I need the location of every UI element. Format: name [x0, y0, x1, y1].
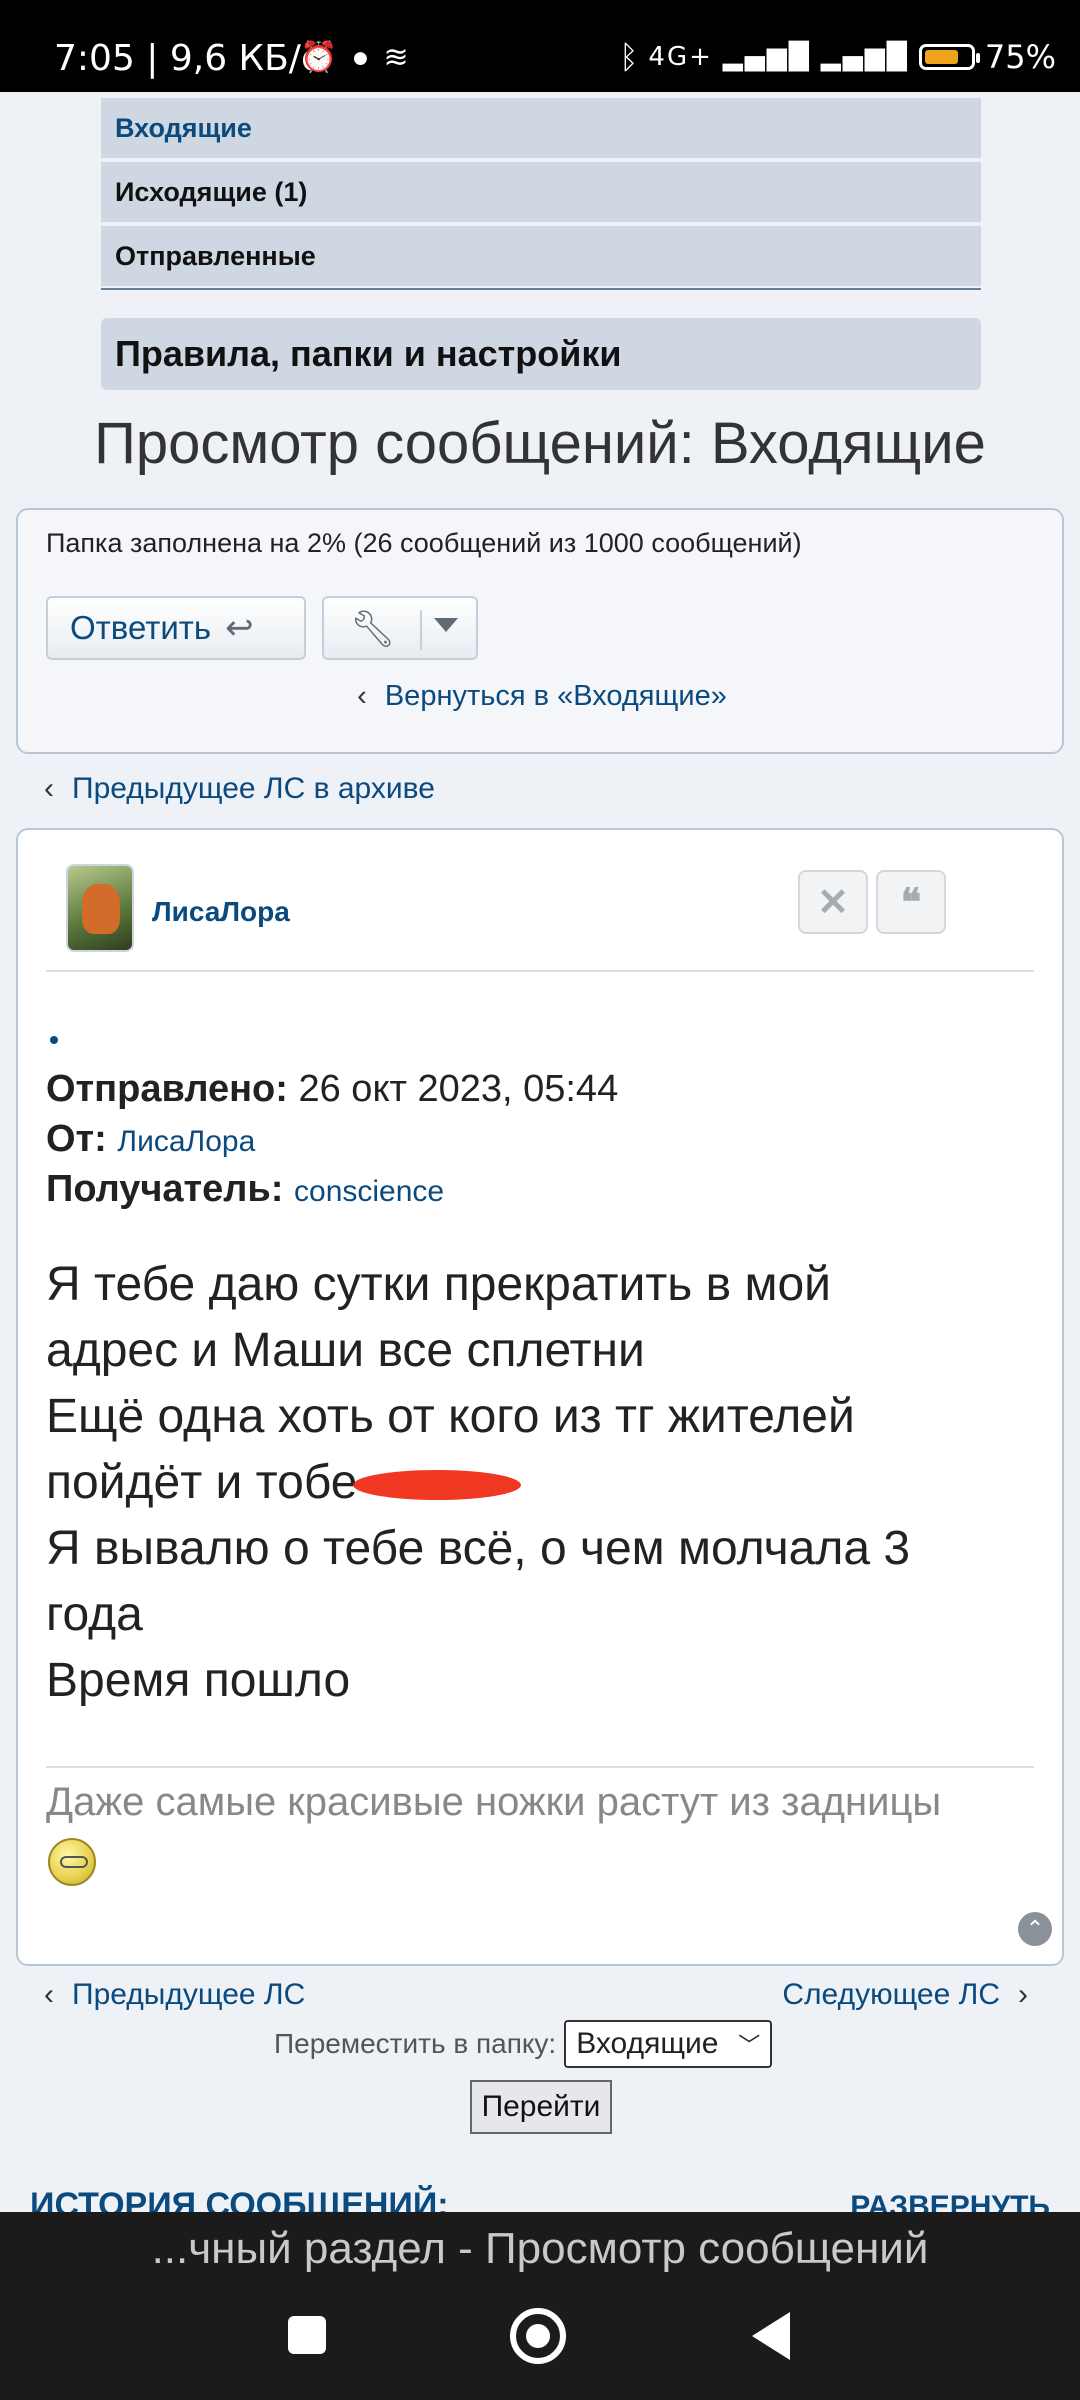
recent-apps-button[interactable] [288, 2316, 326, 2354]
message-line: Время пошло [46, 1654, 351, 1707]
nav-divider [101, 288, 981, 290]
bottom-bar: ...чный раздел - Просмотр сообщений [0, 2212, 1080, 2400]
battery-fill [924, 50, 958, 64]
status-bar: 7:05 | 9,6 КБ/с ⏰●≋ ᛒ 4G+ ▂▄▆█ ▂▄▆█ 75% [0, 0, 1080, 92]
message-line: Я вывалю о тебе всё, о чем молчала 3 [46, 1522, 911, 1575]
message-line-redacted: пойдёт и тобе [46, 1450, 1046, 1516]
signature-divider [46, 1766, 1034, 1768]
alarm-icon: ⏰ [300, 41, 352, 74]
prev-message-link[interactable]: ‹ Предыдущее ЛС [44, 1978, 305, 2012]
prev-archive-link[interactable]: ‹ Предыдущее ЛС в архиве [44, 772, 435, 806]
action-panel: Папка заполнена на 2% (26 сообщений из 1… [16, 508, 1064, 754]
recipient-label: Получатель: [46, 1168, 284, 1210]
nav-item-outbox[interactable]: Исходящие (1) [101, 162, 981, 222]
battery-percent: 75% [984, 38, 1056, 76]
battery-icon [918, 44, 980, 70]
move-to-folder-label: Переместить в папку: [274, 2028, 557, 2059]
author-name-link[interactable]: ЛисаЛора [152, 896, 290, 928]
rules-folders-settings-link[interactable]: Правила, папки и настройки [101, 318, 981, 390]
message-body: Я тебе даю сутки прекратить в мой адрес … [46, 1252, 1046, 1714]
reply-arrow-icon: ↩ [225, 609, 254, 647]
back-button[interactable] [752, 2312, 790, 2360]
layers-icon: ≋ [383, 41, 423, 74]
back-to-inbox-label: Вернуться в «Входящие» [384, 680, 727, 712]
quote-button[interactable]: ❝ [876, 870, 946, 934]
tools-divider [420, 610, 422, 650]
chevron-left-icon: ‹ [357, 680, 367, 712]
signature-text: Даже самые красивые ножки растут из задн… [46, 1780, 942, 1824]
page-content: Входящие Исходящие (1) Отправленные Прав… [0, 92, 1080, 2212]
message-line: адрес и Маши все сплетни [46, 1324, 645, 1377]
network-label: 4G+ [648, 42, 713, 72]
from-label: От: [46, 1118, 107, 1160]
folder-usage-info: Папка заполнена на 2% (26 сообщений из 1… [46, 528, 802, 558]
reply-button-label: Ответить [70, 609, 212, 646]
message-line-text: пойдёт и тобе [46, 1456, 358, 1509]
page-title: Просмотр сообщений: Входящие [94, 411, 986, 476]
status-app-icons: ⏰●≋ [300, 40, 423, 75]
nav-item-sent[interactable]: Отправленные [101, 226, 981, 286]
bluetooth-icon: ᛒ [619, 38, 639, 76]
recipient-row: Получатель: conscience [46, 1168, 444, 1211]
from-row: От: ЛисаЛора [46, 1118, 255, 1161]
folder-select[interactable]: Входящие ﹀ [564, 2020, 773, 2068]
reply-button[interactable]: Ответить ↩ [46, 596, 306, 660]
app-icon: ● [351, 41, 384, 74]
wrench-icon: 🔧︎ [350, 608, 396, 649]
avatar[interactable] [66, 864, 134, 952]
sent-date: 26 окт 2023, 05:44 [298, 1068, 619, 1110]
scroll-top-icon[interactable]: ⌃ [1018, 1912, 1052, 1946]
message-line: Ещё одна хоть от кого из тг жителей [46, 1390, 855, 1443]
sent-label: Отправлено: [46, 1068, 288, 1110]
signal-icon-2: ▂▄▆█ [820, 42, 909, 72]
next-message-link[interactable]: Следующее ЛС › [782, 1978, 1028, 2012]
home-button[interactable] [510, 2308, 566, 2364]
folder-nav: Входящие Исходящие (1) Отправленные [101, 98, 981, 290]
move-to-folder-row: Переместить в папку: Входящие ﹀ [274, 2020, 773, 2068]
history-title: ИСТОРИЯ СООБЩЕНИЙ: [30, 2186, 449, 2212]
bullet-dot [50, 1036, 58, 1044]
redaction-scribble [353, 1470, 522, 1501]
chevron-right-icon: › [1018, 1978, 1028, 2011]
expand-history-link[interactable]: РАЗВЕРНУТЬ [850, 2190, 1050, 2212]
browser-tab-title[interactable]: ...чный раздел - Просмотр сообщений [0, 2224, 1080, 2274]
message-card: ЛисаЛора ✕ ❝ Отправлено: 26 окт 2023, 05… [16, 828, 1064, 1966]
message-line: года [46, 1588, 143, 1641]
folder-select-value: Входящие [576, 2027, 719, 2060]
from-user-link[interactable]: ЛисаЛора [117, 1125, 255, 1158]
next-message-label: Следующее ЛС [782, 1978, 1000, 2011]
go-button[interactable]: Перейти [470, 2080, 612, 2134]
prev-archive-label: Предыдущее ЛС в архиве [72, 772, 435, 805]
smiley-icon [48, 1838, 96, 1886]
caret-down-icon [434, 618, 458, 632]
sent-row: Отправлено: 26 окт 2023, 05:44 [46, 1068, 618, 1111]
chevron-left-icon: ‹ [44, 772, 54, 805]
divider [46, 970, 1034, 972]
tools-dropdown-button[interactable]: 🔧︎ [322, 596, 478, 660]
recipient-user-link[interactable]: conscience [294, 1175, 444, 1208]
back-to-inbox-link[interactable]: ‹ Вернуться в «Входящие» [18, 680, 1066, 713]
close-icon: ✕ [817, 881, 849, 924]
quote-icon: ❝ [900, 881, 922, 924]
delete-button[interactable]: ✕ [798, 870, 868, 934]
chevron-left-icon: ‹ [44, 1978, 54, 2011]
avatar-fox-image [82, 884, 120, 934]
message-line: Я тебе даю сутки прекратить в мой [46, 1258, 831, 1311]
prev-message-label: Предыдущее ЛС [72, 1978, 306, 2011]
status-right: ᛒ 4G+ ▂▄▆█ ▂▄▆█ 75% [619, 38, 1056, 76]
signal-icon: ▂▄▆█ [722, 42, 811, 72]
chevron-down-icon: ﹀ [738, 2033, 761, 2058]
status-time-speed: 7:05 | 9,6 КБ/с [54, 38, 321, 79]
nav-item-inbox[interactable]: Входящие [101, 98, 981, 158]
